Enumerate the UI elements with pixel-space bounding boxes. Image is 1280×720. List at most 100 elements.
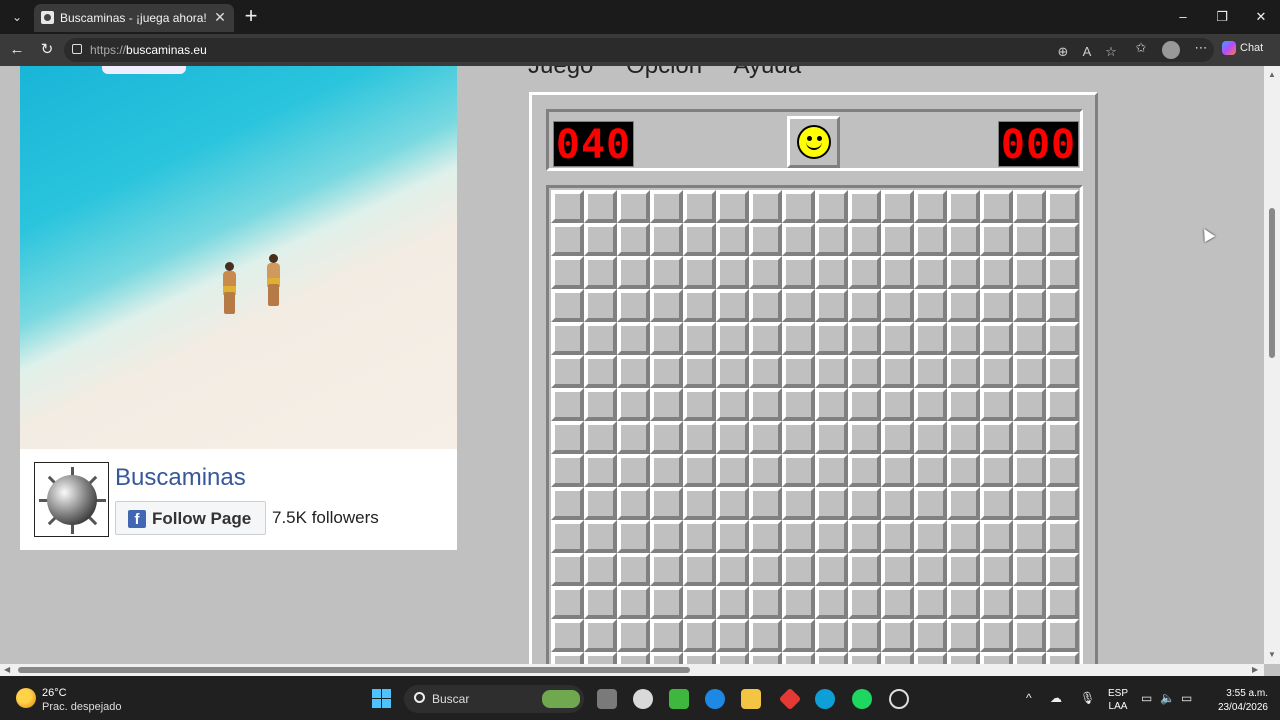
mine-cell[interactable] xyxy=(617,652,650,664)
mine-cell[interactable] xyxy=(683,322,716,355)
mine-cell[interactable] xyxy=(650,256,683,289)
mine-cell[interactable] xyxy=(980,223,1013,256)
mine-cell[interactable] xyxy=(650,355,683,388)
mine-cell[interactable] xyxy=(1046,454,1079,487)
mine-cell[interactable] xyxy=(683,487,716,520)
mine-cell[interactable] xyxy=(1046,256,1079,289)
mine-cell[interactable] xyxy=(551,619,584,652)
vertical-scrollbar[interactable]: ▲ ▼ xyxy=(1264,66,1280,664)
read-aloud-icon[interactable]: A xyxy=(1078,44,1096,59)
mine-cell[interactable] xyxy=(650,421,683,454)
mine-cell[interactable] xyxy=(980,355,1013,388)
mine-cell[interactable] xyxy=(749,421,782,454)
mine-cell[interactable] xyxy=(716,454,749,487)
back-arrow-icon[interactable]: ← xyxy=(6,39,28,61)
mine-cell[interactable] xyxy=(815,355,848,388)
app-icon[interactable] xyxy=(778,687,802,711)
mine-cell[interactable] xyxy=(683,652,716,664)
mine-cell[interactable] xyxy=(881,190,914,223)
mine-cell[interactable] xyxy=(683,190,716,223)
mine-cell[interactable] xyxy=(815,487,848,520)
mine-cell[interactable] xyxy=(980,289,1013,322)
tab-actions-chevron-icon[interactable]: ⌄ xyxy=(6,6,28,28)
mine-cell[interactable] xyxy=(749,289,782,322)
tray-chevron-icon[interactable]: ^ xyxy=(1026,691,1032,705)
mine-cell[interactable] xyxy=(1046,223,1079,256)
taskbar-search[interactable]: Buscar xyxy=(404,685,584,713)
mine-cell[interactable] xyxy=(914,520,947,553)
mine-cell[interactable] xyxy=(617,487,650,520)
active-tab[interactable]: Buscaminas - ¡juega ahora! ✕ xyxy=(34,4,234,32)
mine-cell[interactable] xyxy=(1046,289,1079,322)
mine-cell[interactable] xyxy=(1046,586,1079,619)
copilot-chat-button[interactable]: Chat xyxy=(1222,41,1263,55)
mine-cell[interactable] xyxy=(980,388,1013,421)
mine-cell[interactable] xyxy=(782,289,815,322)
mine-cell[interactable] xyxy=(716,487,749,520)
mine-cell[interactable] xyxy=(650,586,683,619)
mine-cell[interactable] xyxy=(1046,520,1079,553)
mine-cell[interactable] xyxy=(683,586,716,619)
mine-cell[interactable] xyxy=(584,256,617,289)
mine-cell[interactable] xyxy=(848,619,881,652)
mine-cell[interactable] xyxy=(980,520,1013,553)
mine-cell[interactable] xyxy=(980,454,1013,487)
new-game-button[interactable] xyxy=(787,116,840,168)
mine-cell[interactable] xyxy=(716,619,749,652)
vertical-scroll-thumb[interactable] xyxy=(1269,208,1275,358)
favorites-icon[interactable]: ✩ xyxy=(1132,40,1150,56)
mine-cell[interactable] xyxy=(815,421,848,454)
mine-cell[interactable] xyxy=(716,553,749,586)
mine-cell[interactable] xyxy=(584,322,617,355)
weather-temperature[interactable]: 26°C xyxy=(42,687,67,699)
mine-cell[interactable] xyxy=(782,652,815,664)
mine-cell[interactable] xyxy=(914,487,947,520)
app-icon[interactable] xyxy=(705,689,725,709)
mine-cell[interactable] xyxy=(650,289,683,322)
weather-sun-icon[interactable] xyxy=(16,688,36,708)
mine-cell[interactable] xyxy=(947,652,980,664)
mine-cell[interactable] xyxy=(1013,553,1046,586)
mine-cell[interactable] xyxy=(749,619,782,652)
mine-cell[interactable] xyxy=(848,322,881,355)
mine-cell[interactable] xyxy=(848,355,881,388)
mine-cell[interactable] xyxy=(782,322,815,355)
mine-cell[interactable] xyxy=(947,223,980,256)
mine-cell[interactable] xyxy=(815,289,848,322)
spotify-icon[interactable] xyxy=(852,689,872,709)
mine-cell[interactable] xyxy=(815,388,848,421)
mine-cell[interactable] xyxy=(1046,619,1079,652)
volume-icon[interactable]: 🔈 xyxy=(1160,691,1175,705)
task-view-icon[interactable] xyxy=(597,689,617,709)
mine-cell[interactable] xyxy=(881,355,914,388)
mine-cell[interactable] xyxy=(782,256,815,289)
mine-cell[interactable] xyxy=(914,388,947,421)
mine-cell[interactable] xyxy=(617,421,650,454)
mine-cell[interactable] xyxy=(815,652,848,664)
mine-cell[interactable] xyxy=(683,421,716,454)
mine-cell[interactable] xyxy=(551,586,584,619)
microphone-icon[interactable]: 🎙 xyxy=(1080,691,1095,705)
mine-cell[interactable] xyxy=(1013,256,1046,289)
mine-cell[interactable] xyxy=(617,322,650,355)
mine-cell[interactable] xyxy=(551,553,584,586)
mine-cell[interactable] xyxy=(584,520,617,553)
mine-cell[interactable] xyxy=(551,520,584,553)
mine-cell[interactable] xyxy=(584,190,617,223)
mine-cell[interactable] xyxy=(1013,289,1046,322)
mine-cell[interactable] xyxy=(716,421,749,454)
mine-cell[interactable] xyxy=(716,223,749,256)
mine-cell[interactable] xyxy=(914,586,947,619)
mine-cell[interactable] xyxy=(881,619,914,652)
maximize-button[interactable]: ❐ xyxy=(1207,5,1237,29)
mine-cell[interactable] xyxy=(716,586,749,619)
mine-cell[interactable] xyxy=(848,421,881,454)
start-windows-icon[interactable] xyxy=(372,689,391,708)
mine-cell[interactable] xyxy=(980,190,1013,223)
mine-cell[interactable] xyxy=(551,256,584,289)
mine-cell[interactable] xyxy=(683,454,716,487)
follow-page-button[interactable]: f Follow Page xyxy=(115,501,266,535)
refresh-icon[interactable]: ↻ xyxy=(36,39,58,61)
mine-cell[interactable] xyxy=(947,487,980,520)
mine-cell[interactable] xyxy=(584,487,617,520)
